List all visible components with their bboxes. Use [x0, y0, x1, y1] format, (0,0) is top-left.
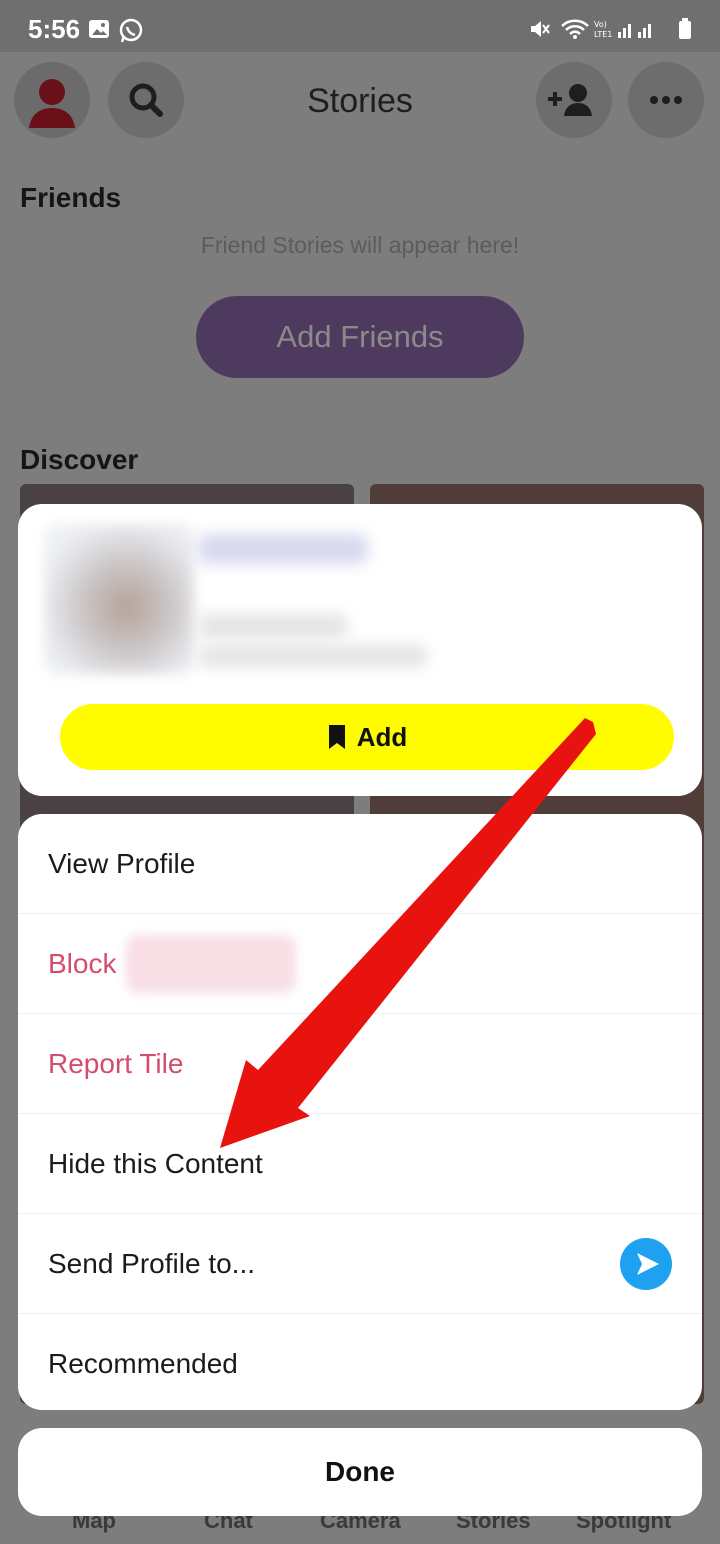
friends-heading: Friends: [20, 182, 122, 213]
add-button-label: Add: [356, 721, 408, 752]
send-profile-item[interactable]: Send Profile to...: [18, 1214, 702, 1314]
blurred-name: [198, 534, 368, 564]
profile-card: Add: [18, 504, 702, 796]
signal-icon: Vo) LTE1: [594, 20, 651, 39]
add-friend-button[interactable]: [536, 62, 612, 138]
recommended-item[interactable]: Recommended: [18, 1314, 702, 1410]
blurred-subtitle: [198, 614, 348, 638]
hide-content-label: Hide this Content: [48, 1147, 263, 1179]
send-profile-label: Send Profile to...: [48, 1247, 256, 1279]
status-time: 5:56: [28, 14, 81, 44]
action-sheet: View Profile Block Report Tile Hide this…: [18, 814, 702, 1410]
friends-empty-hint: Friend Stories will appear here!: [200, 232, 520, 258]
done-button[interactable]: Done: [18, 1428, 702, 1516]
discover-heading: Discover: [20, 444, 139, 475]
recommended-label: Recommended: [48, 1348, 238, 1379]
wifi-icon: [561, 19, 589, 39]
add-friend-icon: [548, 84, 592, 116]
whatsapp-icon: [119, 18, 143, 43]
view-profile-label: View Profile: [48, 847, 196, 879]
add-button[interactable]: Add: [60, 704, 674, 770]
bookmark-icon: [328, 725, 345, 749]
report-tile-label: Report Tile: [48, 1047, 184, 1079]
image-icon: [89, 20, 109, 38]
blurred-avatar: [44, 524, 194, 674]
hide-content-item[interactable]: Hide this Content: [18, 1114, 702, 1214]
report-tile-item[interactable]: Report Tile: [18, 1014, 702, 1114]
blurred-username: [126, 934, 297, 993]
more-icon: [650, 96, 682, 104]
block-item[interactable]: Block: [18, 914, 702, 1014]
send-icon: [620, 1238, 672, 1290]
add-friends-button[interactable]: Add Friends: [196, 296, 524, 378]
more-button[interactable]: [628, 62, 704, 138]
page-title: Stories: [307, 82, 413, 120]
svg-text:Vo): Vo): [594, 20, 607, 29]
block-label: Block: [48, 947, 117, 979]
mute-icon: [531, 21, 550, 37]
status-bar: 5:56 Vo) LTE1: [0, 0, 720, 52]
blurred-subtitle: [198, 644, 428, 668]
svg-text:LTE1: LTE1: [594, 30, 612, 39]
view-profile-item[interactable]: View Profile: [18, 814, 702, 914]
battery-icon: [679, 18, 691, 39]
